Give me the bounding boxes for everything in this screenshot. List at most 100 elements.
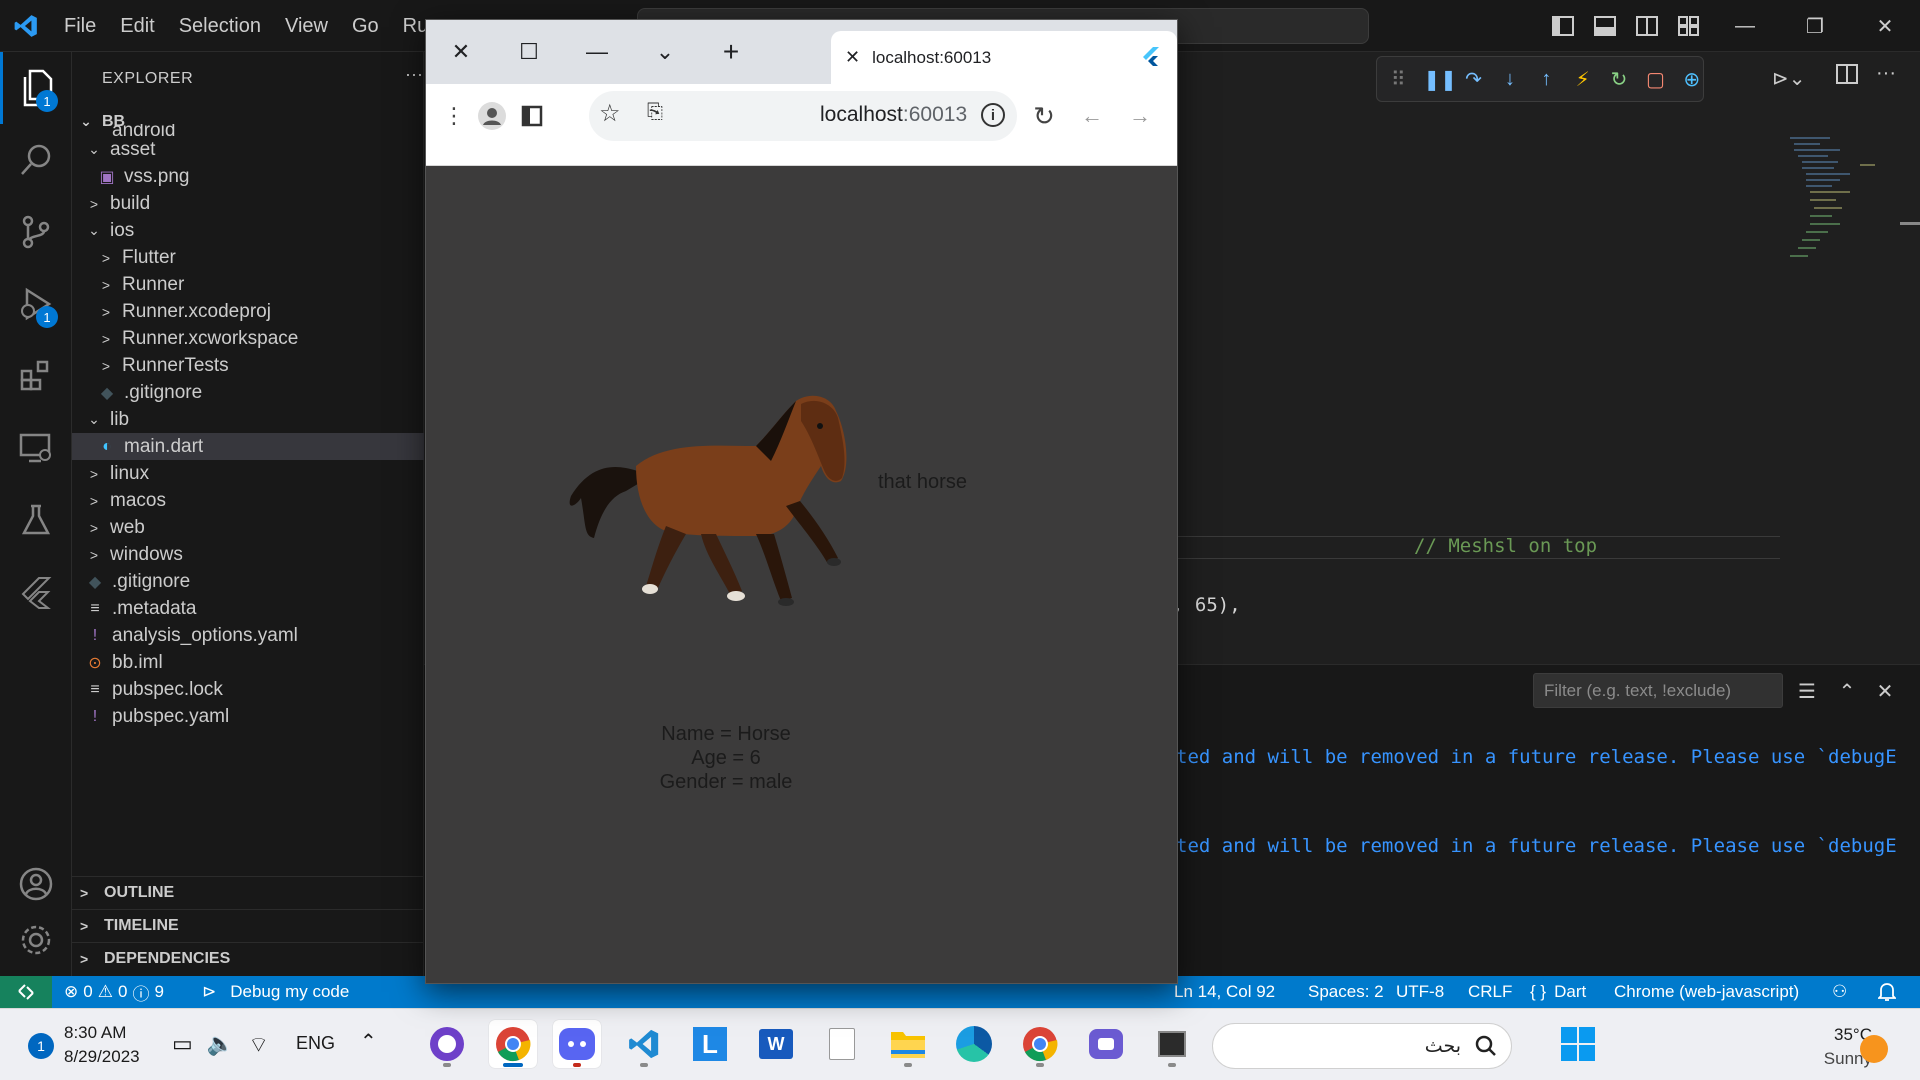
scrollbar-marker[interactable] (1900, 222, 1920, 225)
tree-item[interactable]: > Runner.xcworkspace (72, 325, 424, 352)
forward-icon[interactable]: → (1122, 98, 1158, 134)
hot-reload-icon[interactable]: ⚡ (1572, 67, 1594, 92)
language-mode[interactable]: { } Dart (1530, 976, 1586, 1008)
share-icon[interactable]: ⎘ (647, 101, 663, 124)
timeline-section[interactable]: > TIMELINE (72, 909, 424, 942)
tree-item[interactable]: > web (72, 514, 424, 541)
editor-more-icon[interactable]: ··· (1876, 62, 1896, 85)
tree-item[interactable]: > Runner (72, 271, 424, 298)
search-activity[interactable] (0, 124, 72, 196)
tree-item[interactable]: > RunnerTests (72, 352, 424, 379)
vscode-app[interactable] (620, 1020, 668, 1068)
word-app[interactable]: W (752, 1020, 800, 1068)
cursor-position[interactable]: Ln 14, Col 92 (1174, 976, 1275, 1008)
pause-icon[interactable]: ❚❚ (1423, 67, 1457, 92)
chrome-close-icon[interactable]: ✕ (426, 20, 496, 84)
notification-badge[interactable]: 1 (28, 1033, 54, 1059)
back-icon[interactable]: ← (1074, 98, 1110, 134)
dependencies-section[interactable]: > DEPENDENCIES (72, 942, 424, 975)
debug-status[interactable]: ⊳ Debug my code (202, 976, 349, 1008)
minimize-icon[interactable]: — (1710, 0, 1780, 52)
tree-item[interactable]: ⌄ asset (72, 136, 424, 163)
chrome-app[interactable] (489, 1020, 537, 1068)
run-debug-activity[interactable]: 1 (0, 268, 72, 340)
tree-item[interactable]: > Flutter (72, 244, 424, 271)
minimap[interactable] (1780, 130, 1890, 280)
menu-file[interactable]: File (52, 0, 108, 52)
line-ending[interactable]: CRLF (1468, 976, 1512, 1008)
profile-icon[interactable] (474, 98, 510, 134)
side-panel-icon[interactable] (514, 98, 550, 134)
tree-item[interactable]: ◆ .gitignore (72, 379, 424, 406)
clear-console-icon[interactable]: ☰ (1792, 676, 1822, 706)
omnibox[interactable]: ☆ ⎘ localhost:60013 i (589, 91, 1017, 141)
remote-indicator[interactable] (0, 976, 52, 1008)
problems-indicator[interactable]: ⊗ 0 ⚠ 0 ⓘ 9 (64, 976, 164, 1008)
restore-icon[interactable]: ❐ (1780, 0, 1850, 52)
manage-activity[interactable] (0, 904, 72, 976)
tree-item[interactable]: ≡ .metadata (72, 595, 424, 622)
tree-item[interactable]: > windows (72, 541, 424, 568)
menu-view[interactable]: View (273, 0, 340, 52)
bookmark-star-icon[interactable]: ☆ (599, 99, 621, 128)
taskbar-search[interactable]: بحث (1212, 1023, 1512, 1069)
device-selector[interactable]: Chrome (web-javascript) (1614, 976, 1799, 1008)
tree-item[interactable]: ⌄ ios (72, 217, 424, 244)
tab-search-icon[interactable]: ⌄ (630, 20, 700, 84)
l-app[interactable]: L (686, 1020, 734, 1068)
chrome-maximize-icon[interactable]: ☐ (494, 20, 564, 84)
edge-app[interactable] (950, 1020, 998, 1068)
menu-selection[interactable]: Selection (167, 0, 273, 52)
tree-item[interactable]: ▣ vss.png (72, 163, 424, 190)
run-debug-dropdown-icon[interactable]: ⊳⌄ (1772, 66, 1806, 91)
notepad-app[interactable] (818, 1020, 866, 1068)
close-icon[interactable]: ✕ (1850, 0, 1920, 52)
chrome-app-2[interactable] (1016, 1020, 1064, 1068)
menu-go[interactable]: Go (340, 0, 391, 52)
tree-item[interactable]: ⌄ lib (72, 406, 424, 433)
maximize-panel-icon[interactable]: ⌃ (1832, 676, 1862, 706)
extensions-activity[interactable] (0, 340, 72, 412)
tree-item[interactable]: ! analysis_options.yaml (72, 622, 424, 649)
chrome-minimize-icon[interactable]: — (562, 20, 632, 84)
tree-item[interactable]: ⊙ bb.iml (72, 649, 424, 676)
remote-explorer-activity[interactable] (0, 412, 72, 484)
step-over-icon[interactable]: ↷ (1462, 67, 1484, 92)
tree-item[interactable]: ◐ main.dart (72, 433, 424, 460)
chrome-tab[interactable]: ✕ localhost:60013 (831, 31, 1177, 84)
clock[interactable]: 8:30 AM 8/29/2023 (64, 1021, 140, 1069)
tree-item[interactable]: > macos (72, 487, 424, 514)
restart-icon[interactable]: ↻ (1608, 67, 1630, 92)
notifications-icon[interactable] (1878, 976, 1896, 1008)
system-tray[interactable]: ▭ 🔈 ⌔ (172, 1031, 269, 1059)
encoding[interactable]: UTF-8 (1396, 976, 1444, 1008)
split-editor-icon[interactable] (1836, 64, 1860, 86)
chat-app[interactable] (1082, 1020, 1130, 1068)
filter-input[interactable]: Filter (e.g. text, !exclude) (1533, 673, 1783, 708)
tree-item[interactable]: ! pubspec.yaml (72, 703, 424, 730)
explorer-more-icon[interactable]: ··· (405, 64, 423, 85)
tree-item[interactable]: ≡ pubspec.lock (72, 676, 424, 703)
tree-item[interactable]: > Runner.xcodeproj (72, 298, 424, 325)
url-text[interactable]: localhost:60013 (820, 103, 967, 127)
drag-handle-icon[interactable]: ⠿ (1387, 67, 1409, 92)
reload-icon[interactable]: ↻ (1026, 98, 1062, 134)
testing-activity[interactable] (0, 484, 72, 556)
toggle-primary-sidebar-icon[interactable] (1548, 11, 1578, 41)
toggle-panel-icon[interactable] (1590, 11, 1620, 41)
tree-item[interactable]: ◆ .gitignore (72, 568, 424, 595)
explorer-activity[interactable]: 1 (0, 52, 72, 124)
stop-icon[interactable]: ▢ (1644, 67, 1666, 92)
step-out-icon[interactable]: ↑ (1535, 68, 1557, 91)
site-info-icon[interactable]: i (981, 103, 1005, 127)
input-language[interactable]: ENG (296, 1033, 335, 1054)
indentation[interactable]: Spaces: 2 (1308, 976, 1384, 1008)
customize-layout-icon[interactable] (1674, 11, 1704, 41)
feedback-icon[interactable]: ⚇ (1832, 976, 1847, 1008)
inspect-widget-icon[interactable]: ⊕ (1681, 67, 1703, 92)
flutter-activity[interactable] (0, 556, 72, 628)
close-panel-icon[interactable]: ✕ (1870, 676, 1900, 706)
toggle-secondary-sidebar-icon[interactable] (1632, 11, 1662, 41)
tree-item[interactable]: > build (72, 190, 424, 217)
step-into-icon[interactable]: ↓ (1499, 68, 1521, 91)
